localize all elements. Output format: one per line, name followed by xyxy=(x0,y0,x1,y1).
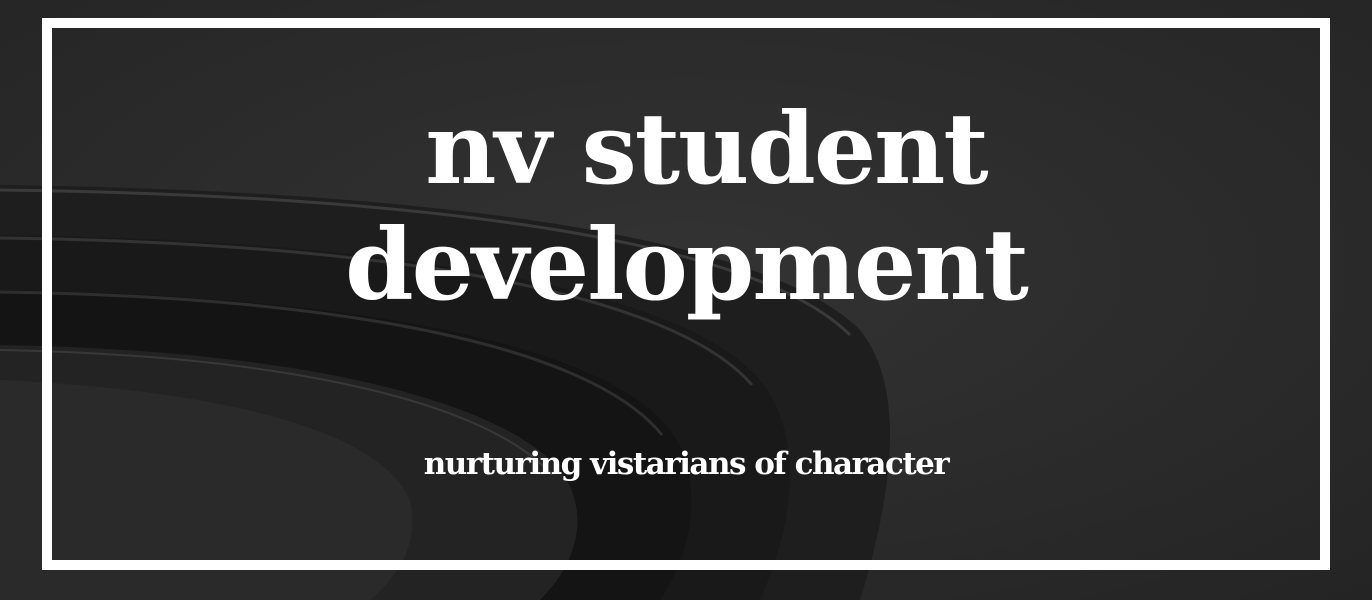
tagline: nurturing vistarians of character xyxy=(423,446,950,482)
title-line-1: nv student xyxy=(425,92,988,207)
page-title: nv student development xyxy=(0,92,1372,324)
hero-banner: nv student development nurturing vistari… xyxy=(0,0,1372,600)
title-line-2: development xyxy=(345,208,1029,323)
